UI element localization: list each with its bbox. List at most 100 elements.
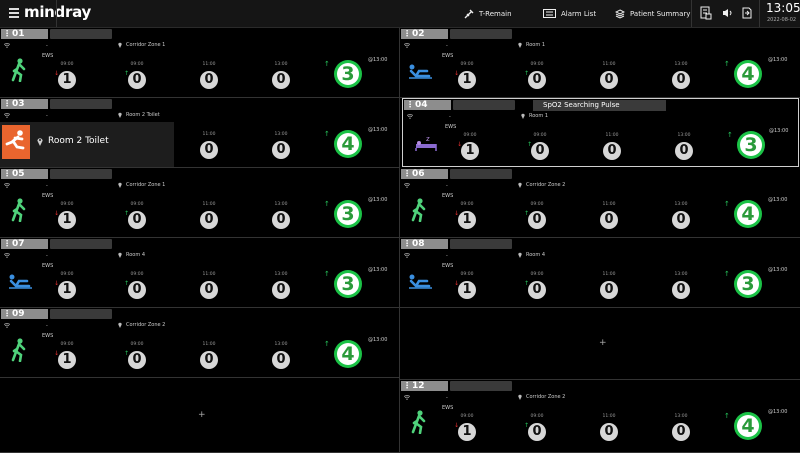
walking-person-icon — [411, 198, 426, 222]
location-pin-icon — [118, 252, 122, 258]
empty-bed-slot[interactable]: + — [0, 378, 400, 453]
ews-score-badge: 4 — [334, 130, 362, 158]
time-label: 11:00 — [602, 414, 616, 419]
bed-tab[interactable]: ⋮01 — [1, 29, 48, 39]
time-label: 11:00 — [602, 272, 616, 277]
ews-value: 0 — [531, 142, 549, 160]
add-bed-icon[interactable]: + — [198, 410, 206, 420]
time-label: 09:00 — [130, 202, 144, 207]
patient-name-slot — [50, 309, 112, 319]
location-pin-icon — [118, 112, 122, 118]
location-label: Room 4 — [526, 252, 546, 258]
ews-label: EWS — [442, 405, 454, 411]
volume-icon[interactable] — [722, 8, 733, 18]
patient-tile-12[interactable]: ⋮12 - Corridor Zone 2 EWS 09:00 09:00 11… — [400, 380, 800, 453]
score-time: @13:00 — [768, 267, 788, 273]
up-arrow-icon: ↑ — [324, 60, 330, 68]
bed-number: 09 — [12, 309, 25, 319]
bed-tab[interactable]: ⋮03 — [1, 99, 48, 109]
ews-value: 1 — [458, 211, 476, 229]
bed-tab[interactable]: ⋮02 — [401, 29, 448, 39]
patient-tile-03[interactable]: ⋮03 - Room 2 Toilet 11:00 13:00 0 0 @13:… — [0, 98, 400, 168]
ews-value: 0 — [672, 281, 690, 299]
ews-value: 1 — [458, 71, 476, 89]
walking-person-icon — [11, 338, 26, 362]
time-label: 09:00 — [533, 133, 547, 138]
time-label: 13:00 — [674, 202, 688, 207]
ews-score: 4 — [337, 343, 359, 365]
ews-value: 0 — [675, 142, 693, 160]
ews-label: EWS — [442, 263, 454, 269]
ews-label: EWS — [42, 263, 54, 269]
patient-grid: ⋮01 - Corridor Zone 1 EWS 09:00 09:00 11… — [0, 28, 800, 453]
time-label: 13:00 — [274, 272, 288, 277]
patient-tile-05[interactable]: ⋮05 - Corridor Zone 1 EWS 09:00 09:00 11… — [0, 168, 400, 238]
time-label: 11:00 — [202, 342, 216, 347]
ews-value: 0 — [128, 211, 146, 229]
bed-tab[interactable]: ⋮06 — [401, 169, 448, 179]
wifi-icon — [4, 43, 10, 48]
patient-tile-04[interactable]: ⋮04 SpO2 Searching Pulse - Room 1 z EWS … — [402, 98, 799, 167]
alarm-location: Room 2 Toilet — [48, 136, 109, 146]
patient-tile-06[interactable]: ⋮06 - Corridor Zone 2 EWS 09:00 09:00 11… — [400, 168, 800, 238]
location-pin-icon — [521, 113, 525, 119]
fall-alarm-banner[interactable]: Room 2 Toilet — [0, 122, 174, 167]
ews-value: 0 — [672, 423, 690, 441]
bed-tab[interactable]: ⋮12 — [401, 381, 448, 391]
bed-tab[interactable]: ⋮05 — [1, 169, 48, 179]
ews-score: 3 — [337, 203, 359, 225]
ews-value: 0 — [128, 281, 146, 299]
wifi-icon — [404, 395, 410, 400]
t-remain-button[interactable]: T-Remain — [464, 0, 512, 27]
time-label: 11:00 — [602, 202, 616, 207]
patient-tile-02[interactable]: ⋮02 - Room 1 EWS 09:00 09:00 11:00 13:00… — [400, 28, 800, 98]
bed-tab[interactable]: ⋮08 — [401, 239, 448, 249]
patient-tile-09[interactable]: ⋮09 - Corridor Zone 2 EWS 09:00 09:00 11… — [0, 308, 400, 378]
time-label: 13:00 — [674, 62, 688, 67]
ews-value: 0 — [200, 141, 218, 159]
ews-label: EWS — [42, 333, 54, 339]
location: Corridor Zone 2 — [518, 182, 565, 188]
up-arrow-icon: ↑ — [324, 340, 330, 348]
patient-tile-01[interactable]: ⋮01 - Corridor Zone 1 EWS 09:00 09:00 11… — [0, 28, 400, 98]
location-label: Room 1 — [526, 42, 546, 48]
ews-value: 0 — [528, 281, 546, 299]
location-pin-icon — [518, 394, 522, 400]
location-label: Corridor Zone 2 — [526, 182, 566, 188]
ews-value: 1 — [58, 281, 76, 299]
add-bed-icon[interactable]: + — [599, 338, 607, 348]
bed-tab[interactable]: ⋮09 — [1, 309, 48, 319]
patient-tile-08[interactable]: ⋮08 - Room 4 EWS 09:00 09:00 11:00 13:00… — [400, 238, 800, 308]
bed-number: 05 — [12, 169, 25, 179]
syringe-icon — [464, 9, 474, 18]
location-pin-icon — [518, 182, 522, 188]
up-arrow-icon: ↑ — [724, 270, 730, 278]
ews-score: 3 — [737, 273, 759, 295]
alarm-list-icon — [543, 9, 556, 18]
bed-tab[interactable]: ⋮04 — [404, 100, 451, 110]
exit-icon[interactable] — [742, 7, 752, 19]
menu-icon[interactable] — [9, 8, 19, 18]
patient-name-slot — [453, 100, 515, 110]
wifi-icon — [407, 114, 413, 119]
divider — [691, 0, 692, 27]
bed-number: 02 — [412, 29, 425, 39]
status-dash: - — [446, 395, 448, 401]
status-dash: - — [446, 43, 448, 49]
bed-number: 03 — [12, 99, 25, 109]
ews-value: 1 — [58, 71, 76, 89]
time-label: 13:00 — [274, 342, 288, 347]
reclining-patient-icon — [9, 274, 32, 289]
location-label: Room 1 — [529, 113, 549, 119]
ews-value: 0 — [600, 211, 618, 229]
patient-tile-07[interactable]: ⋮07 - Room 4 EWS 09:00 09:00 11:00 13:00… — [0, 238, 400, 308]
ews-value: 0 — [672, 211, 690, 229]
ews-score-badge: 3 — [334, 200, 362, 228]
alarm-list-button[interactable]: Alarm List — [543, 0, 596, 27]
spo2-status-message: SpO2 Searching Pulse — [533, 100, 666, 111]
patient-summary-button[interactable]: Patient Summary — [615, 0, 690, 27]
empty-bed-slot[interactable]: + — [400, 308, 800, 380]
ews-value: 0 — [272, 71, 290, 89]
report-icon[interactable] — [700, 6, 712, 20]
bed-tab[interactable]: ⋮07 — [1, 239, 48, 249]
